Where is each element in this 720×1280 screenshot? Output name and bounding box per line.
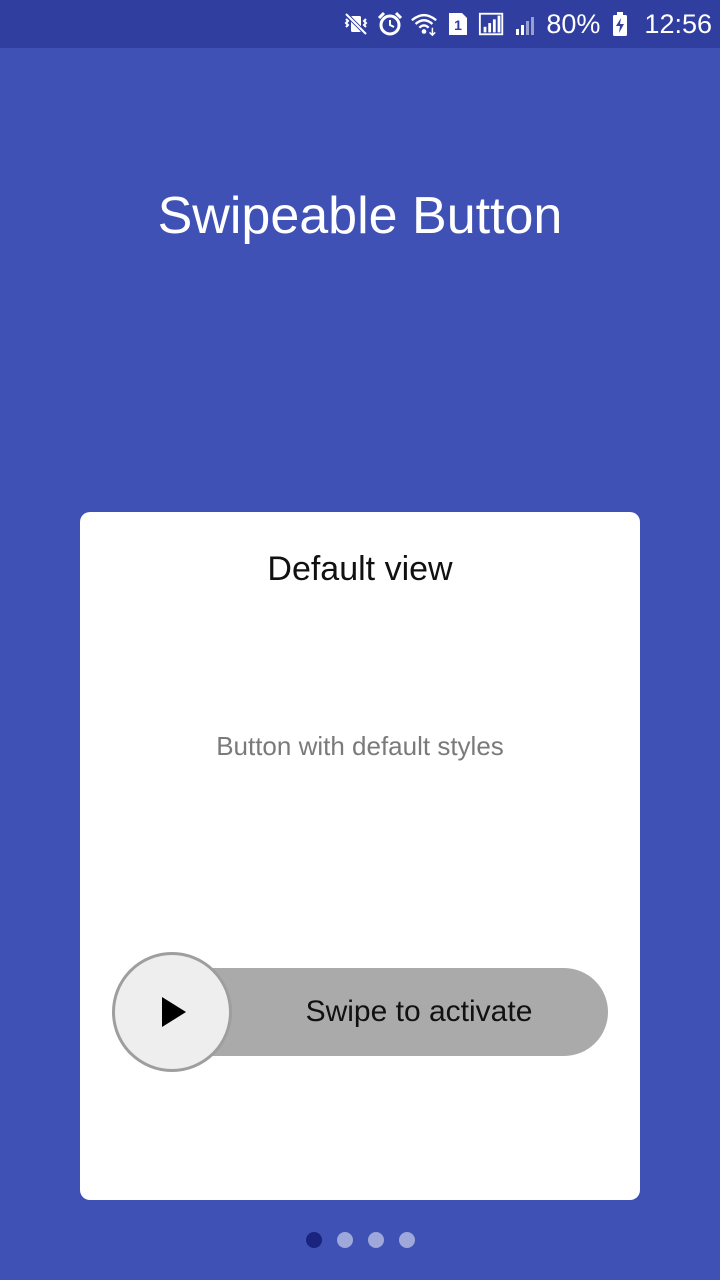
status-bar: 1 80% 12:56 bbox=[0, 0, 720, 48]
battery-charging-icon bbox=[606, 10, 634, 38]
signal-icon bbox=[478, 10, 506, 38]
card bbox=[80, 512, 640, 1200]
alarm-icon bbox=[376, 10, 404, 38]
sim-slot-number: 1 bbox=[454, 17, 462, 33]
play-icon bbox=[162, 997, 186, 1027]
swipe-button-label: Swipe to activate bbox=[305, 995, 533, 1028]
signal-weak-icon bbox=[512, 10, 540, 38]
battery-percent: 80% bbox=[546, 9, 601, 39]
card-title: Default view bbox=[267, 550, 453, 588]
page-indicator bbox=[0, 1232, 720, 1248]
page-dot-2[interactable] bbox=[336, 1232, 353, 1248]
page-dot-4[interactable] bbox=[398, 1232, 415, 1248]
mute-vibrate-icon bbox=[342, 10, 370, 38]
page-dot-3[interactable] bbox=[367, 1232, 384, 1248]
status-icons: 1 80% 12:56 bbox=[342, 0, 712, 48]
wifi-icon bbox=[410, 10, 438, 38]
swipe-button-thumb[interactable] bbox=[112, 952, 232, 1072]
card-subtitle: Button with default styles bbox=[216, 731, 504, 761]
app-title: Swipeable Button bbox=[157, 187, 563, 245]
sim-icon: 1 bbox=[444, 10, 472, 38]
page-dot-1[interactable] bbox=[305, 1232, 322, 1248]
clock: 12:56 bbox=[644, 9, 712, 39]
